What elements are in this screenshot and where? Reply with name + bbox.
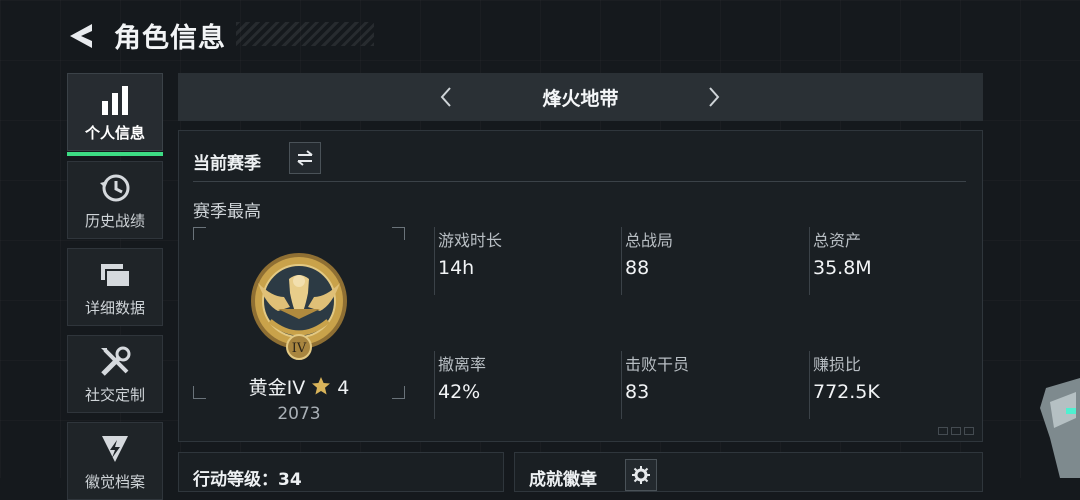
mode-next-button[interactable] [702,83,726,111]
stat-value: 42% [438,381,481,403]
stat-total-assets: 总资产 35.8M [809,227,989,295]
sidebar-item-label: 详细数据 [84,298,145,317]
emblem-icon [97,431,133,467]
rank-badge-eagle-icon: IV [251,253,347,360]
sidebar-item-label: 历史战绩 [84,211,145,230]
stat-label: 击败干员 [625,355,690,374]
stat-value: 772.5K [813,381,880,403]
sidebar-item-social[interactable]: 社交定制 [67,335,163,413]
badge-numeral: IV [292,341,307,356]
achievements-settings-button[interactable] [625,459,657,491]
action-level-panel: 行动等级：34 [178,452,504,492]
sidebar-item-label: 徽觉档案 [84,472,145,491]
page-title: 角色信息 [114,23,226,54]
title-decoration [236,22,374,46]
rank-stars: 4 [337,377,350,399]
stat-label: 总资产 [813,231,862,250]
rank-score: 2073 [277,404,321,424]
sidebar-item-label: 个人信息 [84,123,145,142]
stat-label: 游戏时长 [438,231,503,250]
sidebar-item-label: 社交定制 [84,385,145,404]
stat-play-time: 游戏时长 14h [434,227,614,295]
stat-extraction-rate: 撤离率 42% [434,351,614,419]
chevron-right-icon [709,87,720,107]
stat-label: 撤离率 [438,355,487,374]
sidebar-item-detailed-data[interactable]: 详细数据 [67,248,163,326]
stat-value: 83 [625,381,650,403]
section-divider [193,181,966,182]
mode-selector: 烽火地带 [178,73,983,121]
stat-profit-loss-ratio: 赚损比 772.5K [809,351,989,419]
season-title: 当前赛季 [193,154,261,174]
panel-corner-decoration [938,427,974,435]
sidebar-item-personal-info[interactable]: 个人信息 [67,73,163,156]
stat-total-matches: 总战局 88 [621,227,801,295]
sidebar-item-history[interactable]: 历史战绩 [67,161,163,239]
bar-chart-icon [97,82,133,118]
swap-icon [297,150,313,166]
season-panel: 当前赛季 赛季最高 IV 黄金IV 4 2073 游戏时长 14h 总战局 88… [178,130,983,442]
season-best-label: 赛季最高 [193,202,261,222]
stat-value: 14h [438,257,475,279]
rank-name: 黄金IV [248,377,306,399]
character-model-image [1040,378,1080,478]
stat-operators-defeated: 击败干员 83 [621,351,801,419]
gear-icon [632,466,650,484]
sidebar-item-emblem[interactable]: 徽觉档案 [67,422,163,500]
mode-name: 烽火地带 [542,88,619,110]
tools-icon [97,344,133,380]
achievements-panel: 成就徽章 [514,452,983,492]
star-icon [312,377,331,395]
stat-label: 总战局 [625,231,674,250]
stat-value: 35.8M [813,257,872,279]
folder-stack-icon [97,257,133,293]
back-button[interactable] [66,20,98,52]
stat-value: 88 [625,257,650,279]
season-switch-button[interactable] [289,142,321,174]
back-arrow-icon [70,24,92,48]
stat-label: 赚损比 [813,355,862,374]
history-clock-icon [97,170,133,206]
rank-line: 黄金IV 4 [193,373,405,400]
